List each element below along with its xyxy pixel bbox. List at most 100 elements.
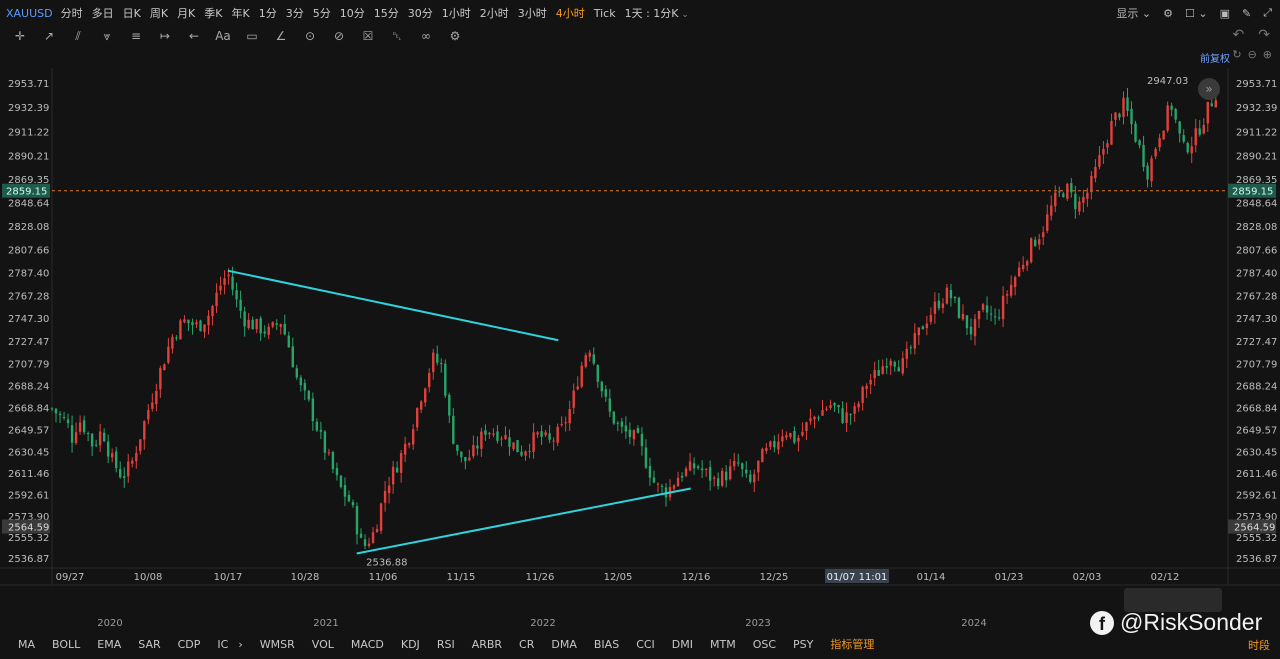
indicator-cci[interactable]: CCI <box>636 638 655 651</box>
time-segment-button[interactable]: 时段 <box>1248 637 1270 653</box>
candle-body <box>106 441 110 457</box>
y-tick-right: 2668.84 <box>1236 404 1277 415</box>
y-tick-right: 2649.57 <box>1236 426 1277 437</box>
candle-body <box>319 429 323 432</box>
candle-body <box>171 336 174 349</box>
indicator-arbr[interactable]: ARBR <box>472 638 502 651</box>
indicator-dma[interactable]: DMA <box>551 638 577 651</box>
candle-body <box>66 419 70 424</box>
indicator-ema[interactable]: EMA <box>97 638 121 651</box>
candle-body <box>897 367 900 372</box>
indicator-ic[interactable]: IC <box>217 638 228 651</box>
candle-body <box>821 409 824 416</box>
candle-body <box>58 413 62 416</box>
candle-body <box>1202 124 1205 134</box>
candle-body <box>1001 295 1005 320</box>
candle-body <box>1186 143 1189 153</box>
chevron-right-icon[interactable]: › <box>238 638 242 651</box>
y-tick-left: 2727.47 <box>8 337 49 348</box>
x-tick: 10/17 <box>214 572 243 583</box>
candle-body <box>536 432 539 435</box>
candle-body <box>885 365 888 368</box>
candle-body <box>680 475 684 478</box>
candle-body <box>676 477 680 487</box>
indicator-rsi[interactable]: RSI <box>437 638 455 651</box>
indicator-psy[interactable]: PSY <box>793 638 813 651</box>
candle-body <box>1150 158 1153 182</box>
candle-body <box>135 453 138 462</box>
candle-body <box>1106 143 1109 148</box>
candle-body <box>1190 146 1193 154</box>
candle-body <box>199 320 202 331</box>
indicator-mtm[interactable]: MTM <box>710 638 736 651</box>
indicator-wmsr[interactable]: WMSR <box>260 638 295 651</box>
candle-body <box>957 297 961 319</box>
candle-body <box>1098 155 1101 167</box>
indicator-dmi[interactable]: DMI <box>672 638 693 651</box>
trendline-0 <box>227 269 559 342</box>
candle-body <box>720 470 724 486</box>
candle-body <box>323 431 327 453</box>
scroll-latest-button[interactable]: » <box>1198 78 1220 100</box>
candle-body <box>805 422 808 432</box>
candle-body <box>893 362 896 367</box>
candle-body <box>1082 197 1085 203</box>
candle-body <box>235 290 238 300</box>
indicator-cr[interactable]: CR <box>519 638 534 651</box>
candle-body <box>524 451 527 456</box>
candle-body <box>1009 284 1013 296</box>
candle-body <box>428 372 431 388</box>
facebook-icon: f <box>1090 610 1114 635</box>
indicator-bias[interactable]: BIAS <box>594 638 619 651</box>
indicator-vol[interactable]: VOL <box>312 638 334 651</box>
indicator-osc[interactable]: OSC <box>753 638 776 651</box>
candle-body <box>82 420 86 433</box>
candle-body <box>688 461 692 471</box>
candle-body <box>837 405 840 408</box>
candle-body <box>480 431 483 449</box>
candle-body <box>584 355 587 367</box>
candle-body <box>123 476 126 478</box>
candle-body <box>777 441 780 450</box>
candle-body <box>98 431 102 446</box>
candle-body <box>219 285 222 291</box>
x-tick: 10/28 <box>291 572 320 583</box>
candle-body <box>1178 121 1181 134</box>
indicator-ma[interactable]: MA <box>18 638 35 651</box>
candle-body <box>644 447 648 468</box>
candle-body <box>833 403 836 406</box>
candle-body <box>632 430 636 440</box>
indicator-boll[interactable]: BOLL <box>52 638 80 651</box>
low-annotation: 2536.88 <box>366 557 407 568</box>
x-tick: 12/16 <box>682 572 711 583</box>
indicator-sar[interactable]: SAR <box>138 638 160 651</box>
y-tick-right: 2592.61 <box>1236 491 1277 502</box>
candle-body <box>933 301 937 314</box>
candle-body <box>231 276 234 290</box>
x-tick: 09/27 <box>56 572 85 583</box>
candle-body <box>347 494 351 502</box>
candle-body <box>809 418 812 422</box>
indicator-macd[interactable]: MACD <box>351 638 384 651</box>
candle-body <box>616 422 620 424</box>
x-tick: 02/03 <box>1073 572 1102 583</box>
candle-body <box>656 483 660 485</box>
candle-body <box>452 415 455 444</box>
candle-body <box>379 503 383 531</box>
candle-body <box>488 432 491 435</box>
indicator-cdp[interactable]: CDP <box>178 638 201 651</box>
candle-body <box>580 365 583 387</box>
candle-body <box>131 460 134 464</box>
candle-body <box>259 318 262 334</box>
candle-body <box>371 532 375 543</box>
indicator-kdj[interactable]: KDJ <box>401 638 420 651</box>
x-tick: 10/08 <box>134 572 163 583</box>
candle-body <box>1146 165 1149 180</box>
candle-body <box>1046 214 1049 231</box>
price-chart[interactable]: 2953.71 2953.71 2932.39 2932.39 2911.22 2911.… <box>0 0 1280 659</box>
candle-body <box>211 305 214 317</box>
y-tick-left: 2953.71 <box>8 79 49 90</box>
candle-body <box>391 466 395 485</box>
indicator-manage-button[interactable]: 指标管理 <box>830 636 874 652</box>
candle-body <box>765 447 768 452</box>
